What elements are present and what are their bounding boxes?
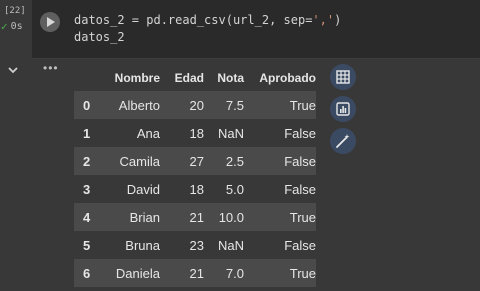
cell-nota: 7.0 bbox=[204, 259, 244, 287]
table-icon[interactable] bbox=[330, 64, 356, 90]
cell-aprobado: False bbox=[244, 147, 316, 175]
bar-chart-icon[interactable] bbox=[330, 96, 356, 122]
cell-edad: 21 bbox=[160, 259, 204, 287]
code-line-1-part-a: datos_2 = pd.read_csv(url_2, sep= bbox=[74, 13, 313, 27]
row-index: 3 bbox=[83, 181, 91, 197]
column-header-nota: Nota bbox=[217, 70, 244, 85]
cell-aprobado: True bbox=[244, 259, 316, 287]
code-line-2: datos_2 bbox=[74, 30, 125, 44]
cell-nota: NaN bbox=[217, 125, 244, 141]
output-menu-button[interactable]: ••• bbox=[43, 62, 59, 74]
execution-time: 0s bbox=[10, 21, 23, 32]
table-row: 4 Brian 21 10.0 True bbox=[74, 203, 316, 231]
cell-edad: 18 bbox=[189, 125, 204, 141]
code-line-1-string: ',' bbox=[312, 13, 335, 27]
code-line-1-part-b: ) bbox=[334, 13, 342, 27]
row-index: 6 bbox=[74, 259, 104, 287]
cell-edad: 27 bbox=[160, 147, 204, 175]
cell-edad: 18 bbox=[189, 181, 204, 197]
cell-nota: 10.0 bbox=[204, 203, 244, 231]
cell-nota: NaN bbox=[217, 237, 244, 253]
cell-aprobado: True bbox=[244, 91, 316, 119]
execution-count: [22] bbox=[4, 6, 26, 16]
cell-nota: 2.5 bbox=[204, 147, 244, 175]
cell-edad: 20 bbox=[160, 91, 204, 119]
row-index: 4 bbox=[74, 203, 104, 231]
checkmark-icon: ✓ bbox=[1, 20, 8, 33]
column-header-aprobado: Aprobado bbox=[259, 70, 316, 85]
column-header-edad: Edad bbox=[174, 70, 204, 85]
column-header-nombre: Nombre bbox=[114, 70, 160, 85]
dataframe-table: Nombre Edad Nota Aprobado 0 Alberto 20 7… bbox=[74, 64, 316, 287]
cell-edad: 23 bbox=[189, 237, 204, 253]
cell-aprobado: False bbox=[284, 181, 316, 197]
cell-aprobado: True bbox=[244, 203, 316, 231]
cell-nombre: Camila bbox=[104, 147, 160, 175]
row-index: 0 bbox=[74, 91, 104, 119]
cell-nombre: Bruna bbox=[125, 237, 160, 253]
table-row: 1 Ana 18 NaN False bbox=[74, 119, 316, 147]
table-row: 6 Daniela 21 7.0 True bbox=[74, 259, 316, 287]
row-index: 5 bbox=[83, 237, 91, 253]
execution-status: ✓ 0s bbox=[1, 20, 23, 33]
table-row: 5 Bruna 23 NaN False bbox=[74, 231, 316, 259]
play-icon[interactable] bbox=[40, 12, 60, 32]
code-editor[interactable]: datos_2 = pd.read_csv(url_2, sep=',') da… bbox=[74, 12, 341, 46]
row-index: 2 bbox=[74, 147, 104, 175]
table-row: 2 Camila 27 2.5 False bbox=[74, 147, 316, 175]
magic-wand-icon[interactable] bbox=[330, 128, 356, 154]
table-header-row: Nombre Edad Nota Aprobado bbox=[74, 64, 316, 91]
cell-nombre: Alberto bbox=[104, 91, 160, 119]
cell-nota: 5.0 bbox=[225, 181, 244, 197]
cell-nombre: Ana bbox=[136, 125, 160, 141]
cell-nombre: David bbox=[126, 181, 160, 197]
row-index: 1 bbox=[83, 125, 91, 141]
cell-edad: 21 bbox=[160, 203, 204, 231]
column-header-index bbox=[74, 64, 104, 91]
cell-nombre: Daniela bbox=[104, 259, 160, 287]
chevron-down-icon[interactable] bbox=[6, 64, 20, 76]
cell-gutter: [22] ✓ 0s bbox=[0, 0, 32, 291]
cell-nota: 7.5 bbox=[204, 91, 244, 119]
table-row: 3 David 18 5.0 False bbox=[74, 175, 316, 203]
cell-aprobado: False bbox=[284, 125, 316, 141]
table-row: 0 Alberto 20 7.5 True bbox=[74, 91, 316, 119]
cell-nombre: Brian bbox=[104, 203, 160, 231]
cell-aprobado: False bbox=[284, 237, 316, 253]
